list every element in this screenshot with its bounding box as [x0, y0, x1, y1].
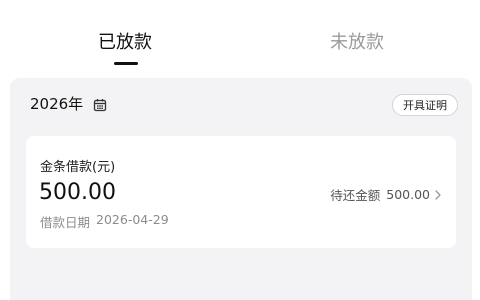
calendar-icon[interactable]	[93, 97, 107, 112]
active-tab-indicator	[114, 62, 138, 65]
loan-amount: 500.00	[39, 180, 116, 205]
issue-certificate-button[interactable]: 开具证明	[392, 94, 458, 116]
loan-date-value: 2026-04-29	[96, 212, 169, 227]
loan-card[interactable]: 金条借款(元) 500.00 借款日期 2026-04-29 待还金额 500.…	[26, 136, 456, 248]
repay-label: 待还金额	[330, 188, 381, 203]
repay-value: 500.00	[386, 187, 430, 202]
loan-date-row: 借款日期 2026-04-29	[40, 212, 169, 231]
pending-repayment[interactable]: 待还金额 500.00	[330, 185, 442, 204]
tab-not-disbursed[interactable]: 未放款	[297, 31, 417, 55]
tab-disbursed[interactable]: 已放款	[65, 31, 185, 55]
tab-bar: 已放款 未放款	[0, 0, 480, 78]
loan-date-label: 借款日期	[40, 215, 91, 230]
year-filter[interactable]: 2026年	[30, 94, 107, 114]
loan-title: 金条借款(元)	[40, 160, 116, 175]
chevron-right-icon	[434, 189, 442, 201]
year-label: 2026年	[30, 95, 84, 113]
loan-list-panel: 2026年 开具证明 金条借款(元) 500.00 借款日期 2026-04-2…	[10, 78, 472, 300]
